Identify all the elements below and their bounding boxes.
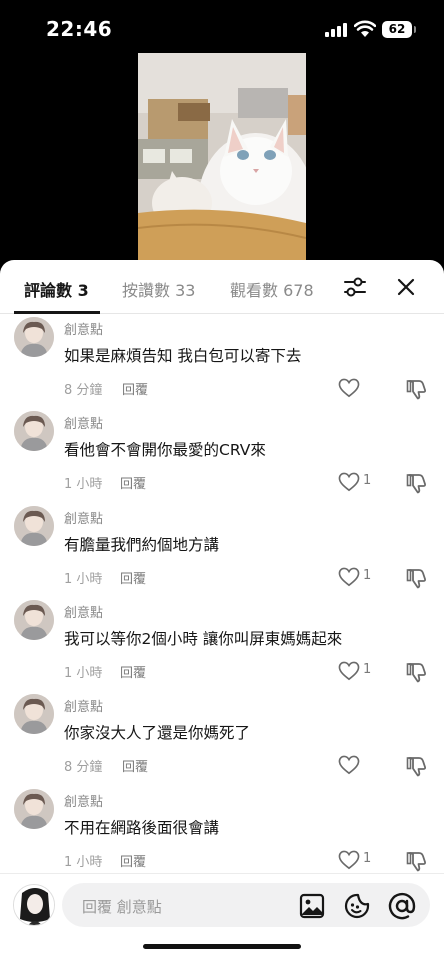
comments-sheet: 評論數 3 按讚數 33 觀看數 678 創意點 如果是麻煩告知 我白包可以寄下… [0, 260, 444, 960]
reply-input-placeholder: 回覆 創意點 [82, 898, 162, 916]
like-count: 1 [363, 851, 372, 866]
comment-item: 創意點 有膽量我們約個地方講 1 小時 回覆 1 [0, 503, 444, 597]
avatar[interactable] [14, 694, 54, 734]
comment-item: 創意點 看他會不會開你最愛的CRV來 1 小時 回覆 1 [0, 408, 444, 502]
tab-likes[interactable]: 按讚數 33 [122, 277, 195, 301]
thumbs-down-icon[interactable] [406, 850, 428, 872]
comment-time: 1 小時 [64, 666, 103, 681]
reply-button[interactable]: 回覆 [120, 662, 146, 681]
comment-username[interactable]: 創意點 [64, 413, 103, 432]
reply-button[interactable]: 回覆 [122, 379, 148, 398]
comment-text: 如果是麻煩告知 我白包可以寄下去 [64, 347, 302, 365]
like-count: 1 [363, 662, 372, 677]
comment-item: 創意點 不用在網路後面很會講 1 小時 回覆 1 [0, 786, 444, 880]
avatar[interactable] [14, 600, 54, 640]
thumbs-down-icon[interactable] [406, 567, 428, 589]
battery-indicator: 62 [382, 21, 416, 38]
heart-icon[interactable] [338, 378, 360, 398]
my-avatar [13, 884, 55, 926]
image-icon[interactable] [299, 893, 325, 919]
comment-username[interactable]: 創意點 [64, 696, 103, 715]
video-preview[interactable] [138, 53, 306, 261]
comment-text: 我可以等你2個小時 讓你叫屏東媽媽起來 [64, 630, 343, 648]
cat-video-frame [138, 53, 306, 261]
sticker-icon[interactable] [344, 893, 370, 919]
comment-username[interactable]: 創意點 [64, 508, 103, 527]
comment-item: 創意點 你家沒大人了還是你媽死了 8 分鐘 回覆 [0, 691, 444, 785]
thumbs-down-icon[interactable] [406, 472, 428, 494]
comment-time: 8 分鐘 [64, 760, 103, 775]
avatar[interactable] [14, 506, 54, 546]
wifi-icon [354, 20, 376, 37]
heart-icon[interactable] [338, 661, 360, 681]
comment-item: 創意點 如果是麻煩告知 我白包可以寄下去 8 分鐘 回覆 [0, 314, 444, 408]
reply-bar: 回覆 創意點 [0, 873, 444, 937]
cellular-signal-icon [325, 23, 347, 37]
thumbs-down-icon[interactable] [406, 378, 428, 400]
comment-time: 1 小時 [64, 572, 103, 587]
comment-username[interactable]: 創意點 [64, 319, 103, 338]
comment-time: 8 分鐘 [64, 383, 103, 398]
avatar[interactable] [14, 411, 54, 451]
thumbs-down-icon[interactable] [406, 755, 428, 777]
tab-views[interactable]: 觀看數 678 [230, 277, 314, 301]
reply-button[interactable]: 回覆 [120, 851, 146, 870]
home-indicator[interactable] [143, 944, 301, 949]
heart-icon[interactable] [338, 850, 360, 870]
comment-text: 你家沒大人了還是你媽死了 [64, 724, 251, 742]
avatar[interactable] [14, 789, 54, 829]
comment-text: 有膽量我們約個地方講 [64, 536, 220, 554]
reply-button[interactable]: 回覆 [122, 756, 148, 775]
comment-text: 不用在網路後面很會講 [64, 819, 220, 837]
reply-button[interactable]: 回覆 [120, 473, 146, 492]
comment-time: 1 小時 [64, 477, 103, 492]
comment-item: 創意點 我可以等你2個小時 讓你叫屏東媽媽起來 1 小時 回覆 1 [0, 597, 444, 691]
like-count: 1 [363, 568, 372, 583]
comment-text: 看他會不會開你最愛的CRV來 [64, 441, 266, 459]
like-count: 1 [363, 473, 372, 488]
tab-bar: 評論數 3 按讚數 33 觀看數 678 [0, 260, 444, 314]
thumbs-down-icon[interactable] [406, 661, 428, 683]
reply-input[interactable]: 回覆 創意點 [62, 883, 430, 927]
close-icon[interactable] [395, 276, 417, 298]
comment-time: 1 小時 [64, 855, 103, 870]
heart-icon[interactable] [338, 755, 360, 775]
sliders-icon[interactable] [343, 276, 367, 298]
comment-username[interactable]: 創意點 [64, 791, 103, 810]
comment-username[interactable]: 創意點 [64, 602, 103, 621]
status-bar: 22:46 62 [0, 0, 444, 54]
avatar[interactable] [14, 317, 54, 357]
at-icon[interactable] [388, 892, 416, 920]
heart-icon[interactable] [338, 567, 360, 587]
heart-icon[interactable] [338, 472, 360, 492]
status-time: 22:46 [46, 17, 113, 41]
tab-comments[interactable]: 評論數 3 [24, 277, 89, 301]
reply-button[interactable]: 回覆 [120, 568, 146, 587]
